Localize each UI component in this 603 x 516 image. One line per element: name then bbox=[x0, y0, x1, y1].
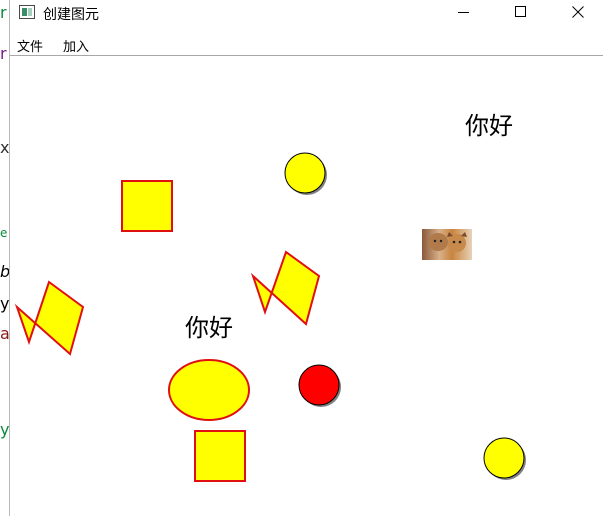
app-window: 创建图元 文件 加入 你好 你好 bbox=[9, 0, 603, 516]
screen: r r x e b y a y 创建图元 文件 加入 你好 你好 bbox=[0, 0, 603, 516]
square-shape[interactable] bbox=[121, 180, 173, 232]
square-shape[interactable] bbox=[194, 430, 246, 482]
text-item[interactable]: 你好 bbox=[185, 314, 233, 342]
polygon-shape[interactable] bbox=[250, 250, 321, 326]
polygon-shape[interactable] bbox=[14, 280, 85, 356]
text-item[interactable]: 你好 bbox=[465, 112, 513, 140]
circle-shape[interactable] bbox=[298, 364, 341, 407]
circle-shape[interactable] bbox=[284, 152, 327, 195]
drawing-canvas[interactable]: 你好 你好 bbox=[1, 0, 603, 516]
ellipse-shape[interactable] bbox=[168, 359, 250, 421]
circle-shape[interactable] bbox=[483, 437, 526, 480]
cat-image[interactable] bbox=[422, 229, 472, 260]
